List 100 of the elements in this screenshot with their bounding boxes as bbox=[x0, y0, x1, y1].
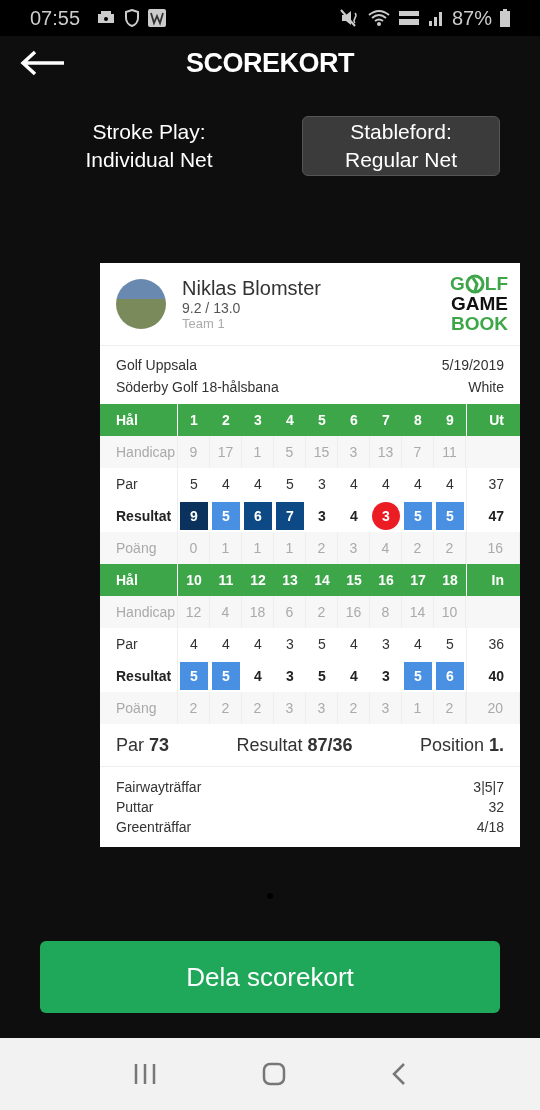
battery-icon bbox=[500, 9, 510, 27]
column-header: 6 bbox=[349, 411, 359, 430]
column-header: 11 bbox=[217, 571, 235, 590]
column-header: 8 bbox=[413, 411, 423, 430]
table-cell: 18 bbox=[242, 596, 274, 628]
player-handicap: 9.2 / 13.0 bbox=[182, 300, 242, 316]
row-label: Poäng bbox=[100, 692, 178, 724]
table-cell-text: 5 bbox=[445, 635, 455, 654]
stat-value: 3|5|7 bbox=[473, 778, 504, 797]
game-mode-tab[interactable]: Stroke Play: Individual Net bbox=[50, 116, 248, 176]
score-value: 3 bbox=[381, 667, 391, 686]
table-cell-text: 4 bbox=[445, 475, 455, 494]
score-value: 4 bbox=[349, 507, 359, 526]
app-notification-icon bbox=[148, 9, 167, 27]
table-cell-text: 4 bbox=[413, 475, 423, 494]
table-cell: 8 bbox=[370, 596, 402, 628]
score-marker: 5 bbox=[404, 502, 432, 530]
column-header: 13 bbox=[281, 571, 299, 590]
table-cell-text: 4 bbox=[413, 635, 423, 654]
table-cell-text: 5 bbox=[189, 475, 199, 494]
table-cell: 5 bbox=[274, 436, 306, 468]
table-cell-text: 5 bbox=[317, 635, 327, 654]
column-header: 10 bbox=[185, 571, 203, 590]
score-value: 5 bbox=[317, 667, 327, 686]
table-cell: 16 bbox=[338, 596, 370, 628]
row-label: Par bbox=[100, 628, 178, 660]
row-label: Handicap bbox=[100, 436, 178, 468]
stat-value: 32 bbox=[488, 798, 504, 817]
table-cell-text: 4 bbox=[189, 635, 199, 654]
table-cell-text: 5 bbox=[285, 475, 295, 494]
table-cell: 2 bbox=[242, 692, 274, 724]
clock: 07:55 bbox=[30, 6, 81, 30]
table-cell: 36 bbox=[466, 628, 520, 660]
table-cell-text: 4 bbox=[221, 475, 231, 494]
table-cell-text: 4 bbox=[253, 475, 263, 494]
score-marker: 7 bbox=[276, 502, 304, 530]
score-marker: 6 bbox=[244, 502, 272, 530]
table-cell-text: 4 bbox=[349, 475, 359, 494]
player-team: Team 1 bbox=[182, 316, 226, 331]
score-value: 3 bbox=[285, 667, 295, 686]
course-name: Söderby Golf 18-hålsbana bbox=[116, 378, 279, 397]
table-cell: 7 bbox=[402, 436, 434, 468]
table-cell: 3 bbox=[338, 436, 370, 468]
stat-label: Greenträffar bbox=[116, 818, 192, 837]
summary-value: Resultat 87/36 bbox=[236, 734, 353, 756]
table-cell-text: 4 bbox=[221, 635, 231, 654]
column-header: 1 bbox=[189, 411, 199, 430]
back-icon[interactable] bbox=[391, 1062, 408, 1086]
table-cell-text: 4 bbox=[349, 635, 359, 654]
column-header: 16 bbox=[377, 571, 395, 590]
table-cell: 2 bbox=[434, 692, 466, 724]
column-header: 9 bbox=[445, 411, 455, 430]
table-cell: 2 bbox=[306, 596, 338, 628]
row-label: Handicap bbox=[100, 596, 178, 628]
avatar-photo-placeholder bbox=[116, 279, 166, 329]
column-header: 5 bbox=[317, 411, 327, 430]
player-name: Niklas Blomster bbox=[182, 277, 322, 300]
summary-value: Par 73 bbox=[116, 734, 170, 756]
table-cell: 17 bbox=[210, 436, 242, 468]
table-cell: 1 bbox=[402, 692, 434, 724]
table-cell-text: 4 bbox=[381, 475, 391, 494]
score-marker: 3 bbox=[372, 502, 400, 530]
score-value: 4 bbox=[253, 667, 263, 686]
shield-icon bbox=[124, 9, 141, 27]
column-header: 3 bbox=[253, 411, 263, 430]
table-cell: 3 bbox=[370, 692, 402, 724]
home-icon[interactable] bbox=[262, 1062, 286, 1086]
column-header: 15 bbox=[345, 571, 363, 590]
score-value: 4 bbox=[349, 667, 359, 686]
score-marker: 5 bbox=[180, 662, 208, 690]
column-header: 2 bbox=[221, 411, 231, 430]
stat-value: 4/18 bbox=[476, 818, 504, 837]
table-cell: 20 bbox=[466, 692, 520, 724]
score-marker: 5 bbox=[212, 502, 240, 530]
table-cell-text: 4 bbox=[253, 635, 263, 654]
column-header: 4 bbox=[285, 411, 295, 430]
table-cell: 2 bbox=[338, 692, 370, 724]
club-name: Golf Uppsala bbox=[116, 356, 197, 375]
table-cell-text: 3 bbox=[285, 635, 295, 654]
column-header: 12 bbox=[249, 571, 267, 590]
table-cell: 11 bbox=[434, 436, 466, 468]
game-mode-tab[interactable]: Stableford: Regular Net bbox=[302, 116, 500, 176]
table-cell: 12 bbox=[178, 596, 210, 628]
score-marker: 6 bbox=[436, 662, 464, 690]
score-marker: 5 bbox=[436, 502, 464, 530]
table-cell: 37 bbox=[466, 468, 520, 500]
column-header: 14 bbox=[313, 571, 331, 590]
table-cell: 15 bbox=[306, 436, 338, 468]
column-header: 18 bbox=[441, 571, 459, 590]
table-cell: 3 bbox=[274, 692, 306, 724]
table-cell: 3 bbox=[306, 692, 338, 724]
round-date: 5/19/2019 bbox=[441, 356, 504, 375]
signal-icon bbox=[427, 10, 444, 26]
table-cell: 6 bbox=[274, 596, 306, 628]
recent-apps-icon[interactable] bbox=[132, 1062, 157, 1086]
table-cell: 4 bbox=[210, 596, 242, 628]
stat-label: Fairwayträffar bbox=[116, 778, 202, 797]
stat-label: Puttar bbox=[116, 798, 154, 817]
app-logo: G LF GAME BOOK bbox=[450, 274, 508, 334]
table-cell-text: 3 bbox=[381, 635, 391, 654]
